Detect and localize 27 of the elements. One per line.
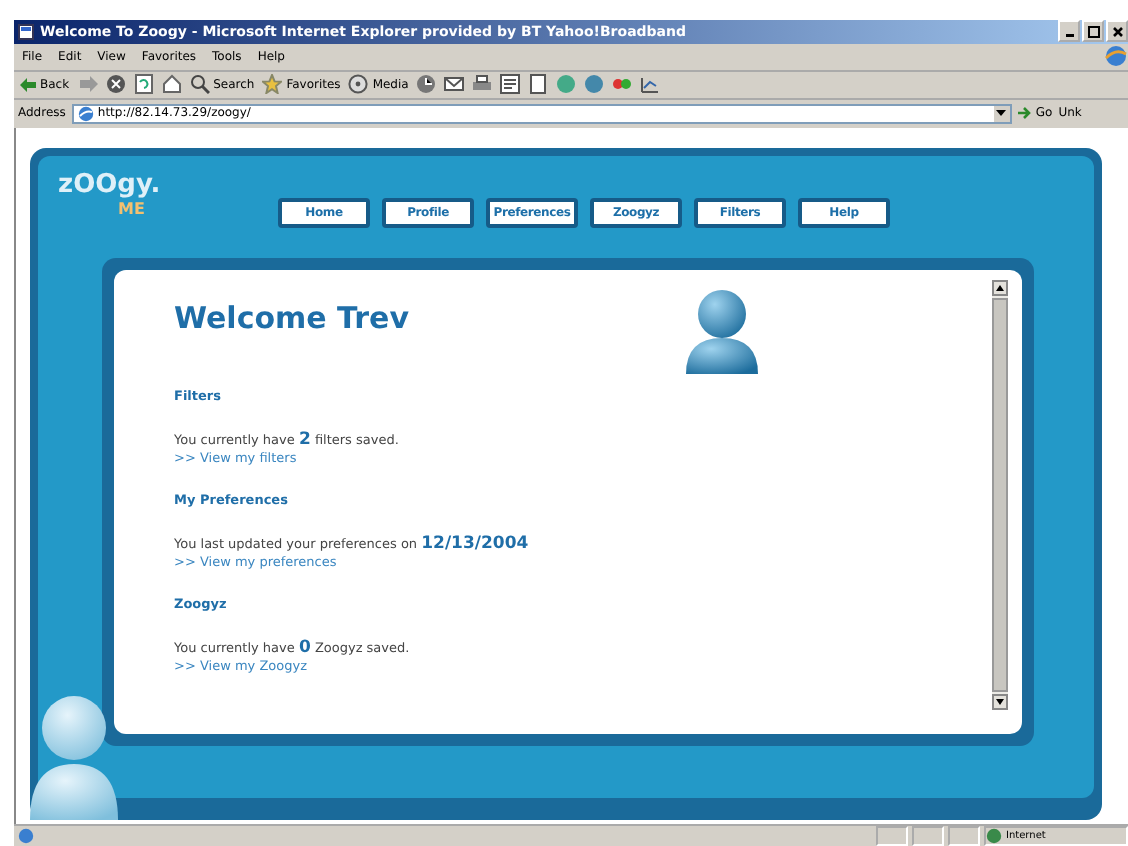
back-arrow-icon <box>20 77 36 92</box>
minimize-button[interactable] <box>1058 20 1080 43</box>
edit-icon[interactable] <box>500 74 521 95</box>
logo-subtitle: ME <box>118 199 147 220</box>
close-icon <box>1111 25 1123 38</box>
chart-icon[interactable] <box>640 74 661 95</box>
scrollbar[interactable] <box>992 279 1008 710</box>
close-button[interactable] <box>1106 20 1128 43</box>
star-icon <box>262 74 283 95</box>
search-icon <box>189 74 210 95</box>
maximize-button[interactable] <box>1082 20 1104 43</box>
history-icon[interactable] <box>416 74 437 95</box>
welcome-heading: Welcome Trev <box>174 299 409 336</box>
scroll-up-icon <box>992 279 1008 296</box>
document-icon[interactable] <box>528 74 549 95</box>
refresh-icon[interactable] <box>133 74 154 95</box>
logo-text: zOOgy. <box>58 171 163 200</box>
home-icon[interactable] <box>161 74 182 95</box>
mail-icon[interactable] <box>444 74 465 95</box>
printer-icon[interactable] <box>472 74 493 95</box>
stop-icon[interactable] <box>105 74 126 95</box>
go-arrow-icon <box>1017 106 1032 121</box>
dropdown-button[interactable] <box>993 105 1010 122</box>
maximize-icon <box>1087 25 1099 38</box>
avatar-icon <box>682 285 762 378</box>
scroll-down-icon <box>992 693 1008 710</box>
caret-icon <box>996 110 1007 117</box>
